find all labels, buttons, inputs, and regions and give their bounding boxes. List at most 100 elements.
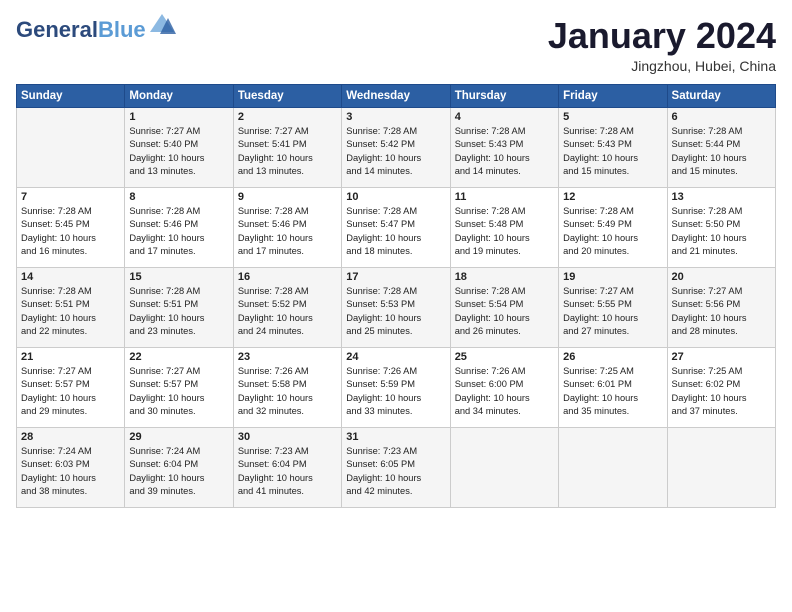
- day-number: 17: [346, 271, 445, 283]
- weekday-header-tuesday: Tuesday: [233, 84, 341, 107]
- day-number: 23: [238, 351, 337, 363]
- calendar-title: January 2024: [548, 16, 776, 56]
- calendar-cell: [559, 427, 667, 507]
- day-number: 21: [21, 351, 120, 363]
- day-info: Sunrise: 7:27 AMSunset: 5:40 PMDaylight:…: [129, 125, 228, 179]
- day-info: Sunrise: 7:28 AMSunset: 5:43 PMDaylight:…: [455, 125, 554, 179]
- calendar-cell: 5 Sunrise: 7:28 AMSunset: 5:43 PMDaylight…: [559, 107, 667, 187]
- day-info: Sunrise: 7:26 AMSunset: 5:58 PMDaylight:…: [238, 365, 337, 419]
- day-info: Sunrise: 7:25 AMSunset: 6:02 PMDaylight:…: [672, 365, 771, 419]
- day-info: Sunrise: 7:28 AMSunset: 5:45 PMDaylight:…: [21, 205, 120, 259]
- day-number: 27: [672, 351, 771, 363]
- calendar-cell: 16Sunrise: 7:28 AMSunset: 5:52 PMDayligh…: [233, 267, 341, 347]
- day-info: Sunrise: 7:28 AMSunset: 5:42 PMDaylight:…: [346, 125, 445, 179]
- calendar-cell: 21 Sunrise: 7:27 AMSunset: 5:57 PMDayligh…: [17, 347, 125, 427]
- calendar-cell: 10 Sunrise: 7:28 AMSunset: 5:47 PMDayligh…: [342, 187, 450, 267]
- title-block: January 2024 Jingzhou, Hubei, China: [548, 16, 776, 74]
- calendar-cell: 12Sunrise: 7:28 AMSunset: 5:49 PMDayligh…: [559, 187, 667, 267]
- calendar-cell: 20 Sunrise: 7:27 AMSunset: 5:56 PMDayligh…: [667, 267, 775, 347]
- calendar-header: GeneralBlue January 2024 Jingzhou, Hubei…: [16, 16, 776, 74]
- calendar-cell: 3 Sunrise: 7:28 AMSunset: 5:42 PMDaylight…: [342, 107, 450, 187]
- calendar-cell: 4 Sunrise: 7:28 AMSunset: 5:43 PMDaylight…: [450, 107, 558, 187]
- day-info: Sunrise: 7:25 AMSunset: 6:01 PMDaylight:…: [563, 365, 662, 419]
- day-number: 2: [238, 111, 337, 123]
- week-row-4: 21 Sunrise: 7:27 AMSunset: 5:57 PMDayligh…: [17, 347, 776, 427]
- day-info: Sunrise: 7:26 AMSunset: 5:59 PMDaylight:…: [346, 365, 445, 419]
- day-number: 30: [238, 431, 337, 443]
- day-number: 29: [129, 431, 228, 443]
- day-number: 15: [129, 271, 228, 283]
- day-number: 9: [238, 191, 337, 203]
- calendar-cell: 18Sunrise: 7:28 AMSunset: 5:54 PMDayligh…: [450, 267, 558, 347]
- calendar-cell: 1 Sunrise: 7:27 AMSunset: 5:40 PMDaylight…: [125, 107, 233, 187]
- calendar-cell: 9 Sunrise: 7:28 AMSunset: 5:46 PMDaylight…: [233, 187, 341, 267]
- calendar-cell: 19Sunrise: 7:27 AMSunset: 5:55 PMDayligh…: [559, 267, 667, 347]
- day-info: Sunrise: 7:28 AMSunset: 5:51 PMDaylight:…: [21, 285, 120, 339]
- day-number: 13: [672, 191, 771, 203]
- day-number: 5: [563, 111, 662, 123]
- calendar-cell: 6Sunrise: 7:28 AMSunset: 5:44 PMDaylight…: [667, 107, 775, 187]
- day-number: 16: [238, 271, 337, 283]
- day-info: Sunrise: 7:27 AMSunset: 5:41 PMDaylight:…: [238, 125, 337, 179]
- day-info: Sunrise: 7:27 AMSunset: 5:56 PMDaylight:…: [672, 285, 771, 339]
- day-number: 3: [346, 111, 445, 123]
- weekday-header-friday: Friday: [559, 84, 667, 107]
- week-row-1: 1 Sunrise: 7:27 AMSunset: 5:40 PMDaylight…: [17, 107, 776, 187]
- day-number: 10: [346, 191, 445, 203]
- day-info: Sunrise: 7:24 AMSunset: 6:03 PMDaylight:…: [21, 445, 120, 499]
- day-number: 20: [672, 271, 771, 283]
- weekday-header-sunday: Sunday: [17, 84, 125, 107]
- day-info: Sunrise: 7:27 AMSunset: 5:57 PMDaylight:…: [21, 365, 120, 419]
- day-number: 1: [129, 111, 228, 123]
- weekday-header-saturday: Saturday: [667, 84, 775, 107]
- day-info: Sunrise: 7:28 AMSunset: 5:46 PMDaylight:…: [238, 205, 337, 259]
- logo-text: GeneralBlue: [16, 18, 146, 42]
- day-number: 22: [129, 351, 228, 363]
- calendar-container: GeneralBlue January 2024 Jingzhou, Hubei…: [0, 0, 792, 612]
- calendar-cell: [17, 107, 125, 187]
- calendar-cell: [667, 427, 775, 507]
- day-number: 6: [672, 111, 771, 123]
- logo: GeneralBlue: [16, 16, 176, 44]
- weekday-header-monday: Monday: [125, 84, 233, 107]
- calendar-table: SundayMondayTuesdayWednesdayThursdayFrid…: [16, 84, 776, 508]
- weekday-header-wednesday: Wednesday: [342, 84, 450, 107]
- day-number: 14: [21, 271, 120, 283]
- calendar-cell: 11 Sunrise: 7:28 AMSunset: 5:48 PMDayligh…: [450, 187, 558, 267]
- day-info: Sunrise: 7:27 AMSunset: 5:57 PMDaylight:…: [129, 365, 228, 419]
- calendar-subtitle: Jingzhou, Hubei, China: [548, 58, 776, 74]
- calendar-cell: 28 Sunrise: 7:24 AMSunset: 6:03 PMDayligh…: [17, 427, 125, 507]
- weekday-header-row: SundayMondayTuesdayWednesdayThursdayFrid…: [17, 84, 776, 107]
- day-number: 11: [455, 191, 554, 203]
- day-number: 25: [455, 351, 554, 363]
- day-number: 12: [563, 191, 662, 203]
- day-info: Sunrise: 7:28 AMSunset: 5:50 PMDaylight:…: [672, 205, 771, 259]
- week-row-3: 14 Sunrise: 7:28 AMSunset: 5:51 PMDayligh…: [17, 267, 776, 347]
- day-info: Sunrise: 7:28 AMSunset: 5:43 PMDaylight:…: [563, 125, 662, 179]
- calendar-cell: 15 Sunrise: 7:28 AMSunset: 5:51 PMDayligh…: [125, 267, 233, 347]
- calendar-cell: 31 Sunrise: 7:23 AMSunset: 6:05 PMDayligh…: [342, 427, 450, 507]
- day-number: 8: [129, 191, 228, 203]
- day-number: 26: [563, 351, 662, 363]
- day-info: Sunrise: 7:28 AMSunset: 5:48 PMDaylight:…: [455, 205, 554, 259]
- day-number: 31: [346, 431, 445, 443]
- week-row-5: 28 Sunrise: 7:24 AMSunset: 6:03 PMDayligh…: [17, 427, 776, 507]
- week-row-2: 7 Sunrise: 7:28 AMSunset: 5:45 PMDaylight…: [17, 187, 776, 267]
- day-number: 4: [455, 111, 554, 123]
- day-number: 7: [21, 191, 120, 203]
- day-info: Sunrise: 7:26 AMSunset: 6:00 PMDaylight:…: [455, 365, 554, 419]
- day-number: 28: [21, 431, 120, 443]
- weekday-header-thursday: Thursday: [450, 84, 558, 107]
- calendar-cell: 24Sunrise: 7:26 AMSunset: 5:59 PMDayligh…: [342, 347, 450, 427]
- calendar-cell: 25 Sunrise: 7:26 AMSunset: 6:00 PMDayligh…: [450, 347, 558, 427]
- day-info: Sunrise: 7:23 AMSunset: 6:04 PMDaylight:…: [238, 445, 337, 499]
- calendar-cell: 8Sunrise: 7:28 AMSunset: 5:46 PMDaylight…: [125, 187, 233, 267]
- calendar-cell: 17Sunrise: 7:28 AMSunset: 5:53 PMDayligh…: [342, 267, 450, 347]
- calendar-cell: 30 Sunrise: 7:23 AMSunset: 6:04 PMDayligh…: [233, 427, 341, 507]
- calendar-cell: 23 Sunrise: 7:26 AMSunset: 5:58 PMDayligh…: [233, 347, 341, 427]
- day-info: Sunrise: 7:28 AMSunset: 5:47 PMDaylight:…: [346, 205, 445, 259]
- calendar-cell: [450, 427, 558, 507]
- day-info: Sunrise: 7:28 AMSunset: 5:51 PMDaylight:…: [129, 285, 228, 339]
- calendar-cell: 29Sunrise: 7:24 AMSunset: 6:04 PMDayligh…: [125, 427, 233, 507]
- day-info: Sunrise: 7:23 AMSunset: 6:05 PMDaylight:…: [346, 445, 445, 499]
